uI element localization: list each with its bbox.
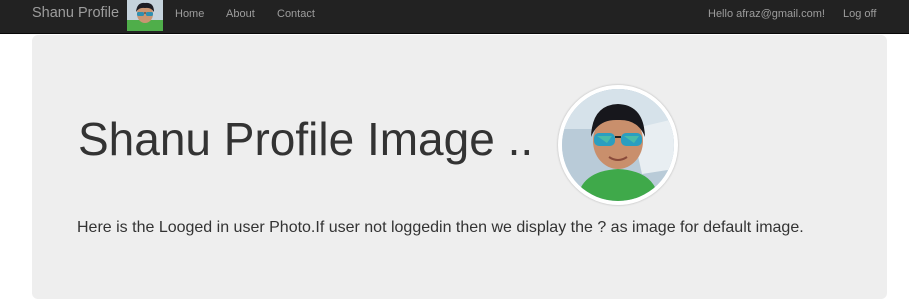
navbar: Shanu Profile Home About Contact Hello a… xyxy=(0,0,909,34)
avatar-photo-icon xyxy=(127,0,163,31)
nav-contact-link[interactable]: Contact xyxy=(277,7,315,21)
page-title: Shanu Profile Image .. xyxy=(78,113,534,165)
user-greeting-link[interactable]: Hello afraz@gmail.com! xyxy=(708,7,825,21)
nav-about-link[interactable]: About xyxy=(226,7,255,21)
profile-photo xyxy=(558,85,678,205)
jumbotron: Shanu Profile Image .. Here is the Looge… xyxy=(32,35,887,299)
logoff-link[interactable]: Log off xyxy=(843,7,876,21)
profile-photo-icon xyxy=(562,89,674,201)
brand-link[interactable]: Shanu Profile xyxy=(32,5,119,21)
nav-home-link[interactable]: Home xyxy=(175,7,204,21)
nav-avatar xyxy=(127,0,163,31)
description-text: Here is the Looged in user Photo.If user… xyxy=(77,219,804,236)
